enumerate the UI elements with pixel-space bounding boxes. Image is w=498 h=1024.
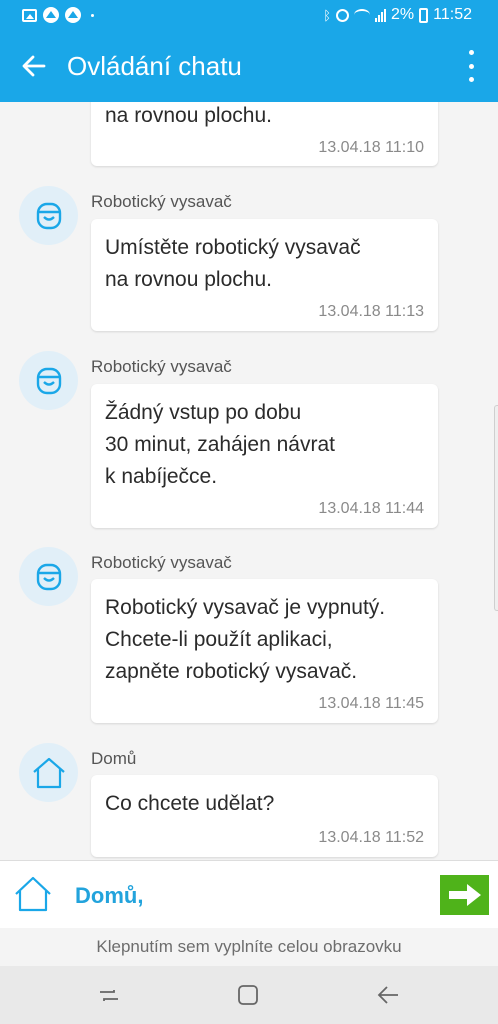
command-input[interactable]: Domů,: [75, 883, 143, 909]
home-icon[interactable]: [14, 875, 52, 913]
message-bubble: Co chcete udělat? 13.04.18 11:52: [91, 775, 438, 857]
back-icon[interactable]: [376, 983, 400, 1007]
battery-percent: 2%: [391, 6, 415, 23]
message-text: Robotický vysavač je vypnutý. Chcete-li …: [105, 596, 386, 683]
home-button-icon[interactable]: [236, 983, 260, 1007]
battery-icon: [419, 7, 429, 23]
recent-apps-icon[interactable]: [97, 983, 121, 1007]
gallery-icon: [22, 8, 37, 22]
message-bubble: Umístěte robotický vysavač na rovnou plo…: [91, 219, 438, 331]
input-bar: Domů,: [0, 860, 498, 928]
message-text: Žádný vstup po dobu 30 minut, zahájen ná…: [105, 401, 335, 488]
sender-name: Robotický vysavač: [91, 553, 232, 572]
app-icon: [43, 7, 59, 23]
app-bar: Ovládání chatu: [0, 30, 498, 102]
status-bar: ᛒ 2% 11:52: [0, 0, 498, 30]
arrow-right-icon: [448, 884, 481, 906]
message-bubble: Robotický vysavač je vypnutý. Chcete-li …: [91, 579, 438, 723]
chat-list[interactable]: na rovnou plochu. 13.04.18 11:10 Robotic…: [0, 102, 498, 860]
more-vertical-icon[interactable]: [466, 50, 476, 82]
dot-icon: [91, 13, 94, 17]
wifi-icon: [354, 9, 371, 21]
message-bubble: na rovnou plochu. 13.04.18 11:10: [91, 102, 438, 166]
status-time: 11:52: [433, 6, 472, 23]
status-left-icons: [22, 7, 94, 23]
page-title: Ovládání chatu: [67, 51, 242, 81]
sender-name: Domů: [91, 749, 137, 768]
arrow-left-icon[interactable]: [20, 52, 48, 80]
fullscreen-hint[interactable]: Klepnutím sem vyplníte celou obrazovku: [0, 928, 498, 966]
sender-name: Robotický vysavač: [91, 357, 232, 376]
bluetooth-icon: ᛒ: [323, 7, 332, 23]
app-icon: [65, 7, 81, 23]
message-text: Umístěte robotický vysavač na rovnou plo…: [105, 236, 361, 291]
message-text: na rovnou plochu.: [105, 104, 272, 127]
alarm-icon: [336, 8, 350, 22]
signal-icon: [375, 8, 387, 22]
robot-vacuum-icon: [19, 186, 78, 245]
send-button[interactable]: [440, 875, 489, 915]
robot-vacuum-icon: [19, 351, 78, 410]
message-time: 13.04.18 11:45: [318, 695, 424, 712]
robot-vacuum-icon: [19, 547, 78, 606]
message-time: 13.04.18 11:13: [318, 303, 424, 320]
message-text: Co chcete udělat?: [105, 792, 275, 815]
status-right-icons: ᛒ 2% 11:52: [323, 6, 472, 24]
message-bubble: Žádný vstup po dobu 30 minut, zahájen ná…: [91, 384, 438, 528]
sender-name: Robotický vysavač: [91, 192, 232, 211]
message-time: 13.04.18 11:10: [318, 139, 424, 156]
system-nav-bar: [0, 966, 498, 1024]
message-time: 13.04.18 11:44: [318, 500, 424, 517]
scroll-indicator[interactable]: [494, 405, 498, 611]
home-icon: [19, 743, 78, 802]
message-time: 13.04.18 11:52: [318, 829, 424, 846]
